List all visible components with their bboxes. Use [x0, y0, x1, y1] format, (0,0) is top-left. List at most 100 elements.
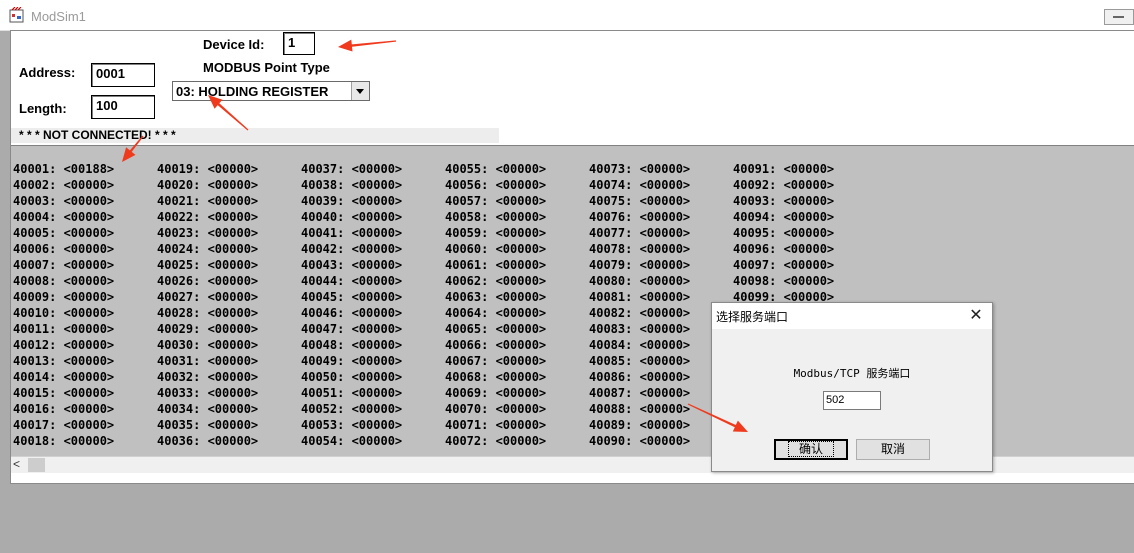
register-cell[interactable]: 40053: <00000> — [301, 417, 402, 433]
cancel-button[interactable]: 取消 — [856, 439, 930, 460]
register-cell[interactable]: 40095: <00000> — [733, 225, 834, 241]
register-cell[interactable]: 40002: <00000> — [13, 177, 114, 193]
register-cell[interactable]: 40023: <00000> — [157, 225, 258, 241]
register-cell[interactable]: 40025: <00000> — [157, 257, 258, 273]
register-cell[interactable]: 40085: <00000> — [589, 353, 690, 369]
register-cell[interactable]: 40029: <00000> — [157, 321, 258, 337]
register-cell[interactable]: 40072: <00000> — [445, 433, 546, 449]
register-cell[interactable]: 40027: <00000> — [157, 289, 258, 305]
register-cell[interactable]: 40086: <00000> — [589, 369, 690, 385]
point-type-select[interactable]: 03: HOLDING REGISTER — [172, 81, 370, 101]
register-cell[interactable]: 40034: <00000> — [157, 401, 258, 417]
register-cell[interactable]: 40005: <00000> — [13, 225, 114, 241]
register-cell[interactable]: 40065: <00000> — [445, 321, 546, 337]
register-cell[interactable]: 40024: <00000> — [157, 241, 258, 257]
register-cell[interactable]: 40058: <00000> — [445, 209, 546, 225]
register-cell[interactable]: 40037: <00000> — [301, 161, 402, 177]
register-cell[interactable]: 40038: <00000> — [301, 177, 402, 193]
dropdown-button[interactable] — [351, 82, 369, 100]
register-cell[interactable]: 40096: <00000> — [733, 241, 834, 257]
address-field[interactable]: 0001 — [91, 63, 155, 87]
register-cell[interactable]: 40018: <00000> — [13, 433, 114, 449]
port-input[interactable]: 502 — [823, 391, 881, 410]
register-cell[interactable]: 40088: <00000> — [589, 401, 690, 417]
register-cell[interactable]: 40044: <00000> — [301, 273, 402, 289]
register-cell[interactable]: 40070: <00000> — [445, 401, 546, 417]
register-cell[interactable]: 40094: <00000> — [733, 209, 834, 225]
register-cell[interactable]: 40017: <00000> — [13, 417, 114, 433]
register-cell[interactable]: 40078: <00000> — [589, 241, 690, 257]
register-cell[interactable]: 40087: <00000> — [589, 385, 690, 401]
register-cell[interactable]: 40006: <00000> — [13, 241, 114, 257]
register-cell[interactable]: 40039: <00000> — [301, 193, 402, 209]
register-cell[interactable]: 40012: <00000> — [13, 337, 114, 353]
register-cell[interactable]: 40080: <00000> — [589, 273, 690, 289]
minimize-button[interactable] — [1104, 9, 1134, 25]
register-cell[interactable]: 40003: <00000> — [13, 193, 114, 209]
register-cell[interactable]: 40092: <00000> — [733, 177, 834, 193]
register-cell[interactable]: 40047: <00000> — [301, 321, 402, 337]
register-cell[interactable]: 40026: <00000> — [157, 273, 258, 289]
register-cell[interactable]: 40020: <00000> — [157, 177, 258, 193]
register-cell[interactable]: 40036: <00000> — [157, 433, 258, 449]
register-cell[interactable]: 40045: <00000> — [301, 289, 402, 305]
register-cell[interactable]: 40015: <00000> — [13, 385, 114, 401]
register-cell[interactable]: 40035: <00000> — [157, 417, 258, 433]
register-cell[interactable]: 40063: <00000> — [445, 289, 546, 305]
register-cell[interactable]: 40083: <00000> — [589, 321, 690, 337]
register-cell[interactable]: 40090: <00000> — [589, 433, 690, 449]
register-cell[interactable]: 40076: <00000> — [589, 209, 690, 225]
register-cell[interactable]: 40077: <00000> — [589, 225, 690, 241]
register-cell[interactable]: 40091: <00000> — [733, 161, 834, 177]
register-cell[interactable]: 40074: <00000> — [589, 177, 690, 193]
register-cell[interactable]: 40043: <00000> — [301, 257, 402, 273]
register-cell[interactable]: 40093: <00000> — [733, 193, 834, 209]
register-cell[interactable]: 40010: <00000> — [13, 305, 114, 321]
register-cell[interactable]: 40061: <00000> — [445, 257, 546, 273]
register-cell[interactable]: 40032: <00000> — [157, 369, 258, 385]
register-cell[interactable]: 40001: <00188> — [13, 161, 114, 177]
register-cell[interactable]: 40022: <00000> — [157, 209, 258, 225]
register-cell[interactable]: 40007: <00000> — [13, 257, 114, 273]
register-cell[interactable]: 40049: <00000> — [301, 353, 402, 369]
register-cell[interactable]: 40068: <00000> — [445, 369, 546, 385]
register-cell[interactable]: 40014: <00000> — [13, 369, 114, 385]
register-cell[interactable]: 40041: <00000> — [301, 225, 402, 241]
register-cell[interactable]: 40075: <00000> — [589, 193, 690, 209]
register-cell[interactable]: 40069: <00000> — [445, 385, 546, 401]
register-cell[interactable]: 40059: <00000> — [445, 225, 546, 241]
register-cell[interactable]: 40009: <00000> — [13, 289, 114, 305]
register-cell[interactable]: 40013: <00000> — [13, 353, 114, 369]
register-cell[interactable]: 40055: <00000> — [445, 161, 546, 177]
register-cell[interactable]: 40089: <00000> — [589, 417, 690, 433]
register-cell[interactable]: 40021: <00000> — [157, 193, 258, 209]
register-cell[interactable]: 40040: <00000> — [301, 209, 402, 225]
register-cell[interactable]: 40054: <00000> — [301, 433, 402, 449]
register-cell[interactable]: 40016: <00000> — [13, 401, 114, 417]
register-cell[interactable]: 40064: <00000> — [445, 305, 546, 321]
register-cell[interactable]: 40082: <00000> — [589, 305, 690, 321]
register-cell[interactable]: 40008: <00000> — [13, 273, 114, 289]
close-icon[interactable]: ✕ — [964, 307, 988, 325]
length-field[interactable]: 100 — [91, 95, 155, 119]
register-cell[interactable]: 40071: <00000> — [445, 417, 546, 433]
register-cell[interactable]: 40042: <00000> — [301, 241, 402, 257]
register-cell[interactable]: 40019: <00000> — [157, 161, 258, 177]
register-cell[interactable]: 40056: <00000> — [445, 177, 546, 193]
register-cell[interactable]: 40066: <00000> — [445, 337, 546, 353]
register-cell[interactable]: 40011: <00000> — [13, 321, 114, 337]
register-cell[interactable]: 40098: <00000> — [733, 273, 834, 289]
register-cell[interactable]: 40057: <00000> — [445, 193, 546, 209]
register-cell[interactable]: 40073: <00000> — [589, 161, 690, 177]
register-cell[interactable]: 40046: <00000> — [301, 305, 402, 321]
register-cell[interactable]: 40052: <00000> — [301, 401, 402, 417]
register-cell[interactable]: 40033: <00000> — [157, 385, 258, 401]
register-cell[interactable]: 40048: <00000> — [301, 337, 402, 353]
register-cell[interactable]: 40079: <00000> — [589, 257, 690, 273]
scroll-thumb[interactable] — [28, 458, 45, 472]
register-cell[interactable]: 40060: <00000> — [445, 241, 546, 257]
register-cell[interactable]: 40050: <00000> — [301, 369, 402, 385]
register-cell[interactable]: 40031: <00000> — [157, 353, 258, 369]
device-id-field[interactable]: 1 — [283, 32, 315, 55]
confirm-button[interactable]: 确认 — [774, 439, 848, 460]
